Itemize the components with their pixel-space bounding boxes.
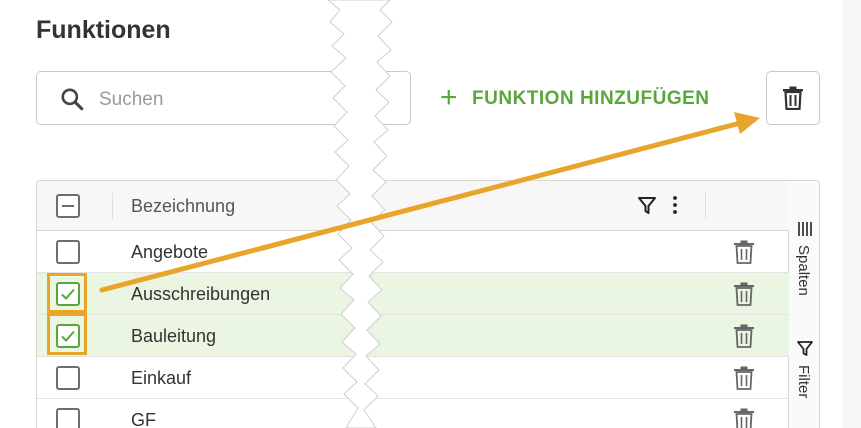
grid-header: Bezeichnung bbox=[37, 181, 789, 231]
data-grid: Bezeichnung Angebote Ausschreibungen Baule… bbox=[36, 180, 820, 428]
trash-icon bbox=[783, 86, 803, 110]
column-separator[interactable] bbox=[705, 193, 706, 219]
search-input[interactable]: Suchen bbox=[36, 71, 411, 125]
row-checkbox[interactable] bbox=[56, 366, 80, 390]
row-label: GF bbox=[131, 410, 156, 428]
table-row[interactable]: Ausschreibungen bbox=[37, 273, 789, 315]
table-row[interactable]: Angebote bbox=[37, 231, 789, 273]
search-icon bbox=[61, 88, 84, 111]
add-function-button[interactable]: + FUNKTION HINZUFÜGEN bbox=[440, 82, 710, 116]
page-title: Funktionen bbox=[36, 16, 171, 44]
filter-icon[interactable] bbox=[637, 194, 657, 216]
highlight-box bbox=[47, 273, 87, 313]
column-menu-icon[interactable] bbox=[667, 194, 683, 216]
table-row[interactable]: Einkauf bbox=[37, 357, 789, 399]
delete-button[interactable] bbox=[766, 71, 820, 125]
row-trash-icon[interactable] bbox=[733, 240, 755, 264]
table-row[interactable]: Bauleitung bbox=[37, 315, 789, 357]
row-trash-icon[interactable] bbox=[733, 408, 755, 428]
columns-icon[interactable] bbox=[797, 221, 813, 237]
row-checkbox[interactable] bbox=[56, 408, 80, 428]
row-checkbox[interactable] bbox=[56, 240, 80, 264]
table-row[interactable]: GF bbox=[37, 399, 789, 428]
row-label: Ausschreibungen bbox=[131, 284, 271, 304]
column-header-bezeichnung[interactable]: Bezeichnung bbox=[131, 196, 235, 217]
grid-body: Bezeichnung Angebote Ausschreibungen Baule… bbox=[37, 181, 789, 428]
search-placeholder: Suchen bbox=[99, 89, 164, 110]
column-separator[interactable] bbox=[112, 193, 113, 219]
row-trash-icon[interactable] bbox=[733, 324, 755, 348]
add-function-label: FUNKTION HINZUFÜGEN bbox=[472, 88, 710, 109]
row-label: Bauleitung bbox=[131, 326, 217, 346]
columns-panel-tab[interactable]: Spalten bbox=[795, 245, 812, 296]
row-label: Einkauf bbox=[131, 368, 192, 388]
row-trash-icon[interactable] bbox=[733, 366, 755, 390]
filter-panel-icon[interactable] bbox=[796, 339, 814, 357]
indeterminate-icon bbox=[62, 205, 74, 207]
side-panel: Spalten Filter bbox=[789, 181, 819, 428]
row-label: Angebote bbox=[131, 242, 209, 262]
highlight-box bbox=[47, 313, 87, 355]
plus-icon: + bbox=[440, 80, 459, 114]
page-card: Funktionen Suchen + FUNKTION HINZUFÜGEN bbox=[0, 0, 842, 428]
row-trash-icon[interactable] bbox=[733, 282, 755, 306]
filter-panel-tab[interactable]: Filter bbox=[795, 365, 812, 398]
select-all-checkbox[interactable] bbox=[56, 194, 80, 218]
